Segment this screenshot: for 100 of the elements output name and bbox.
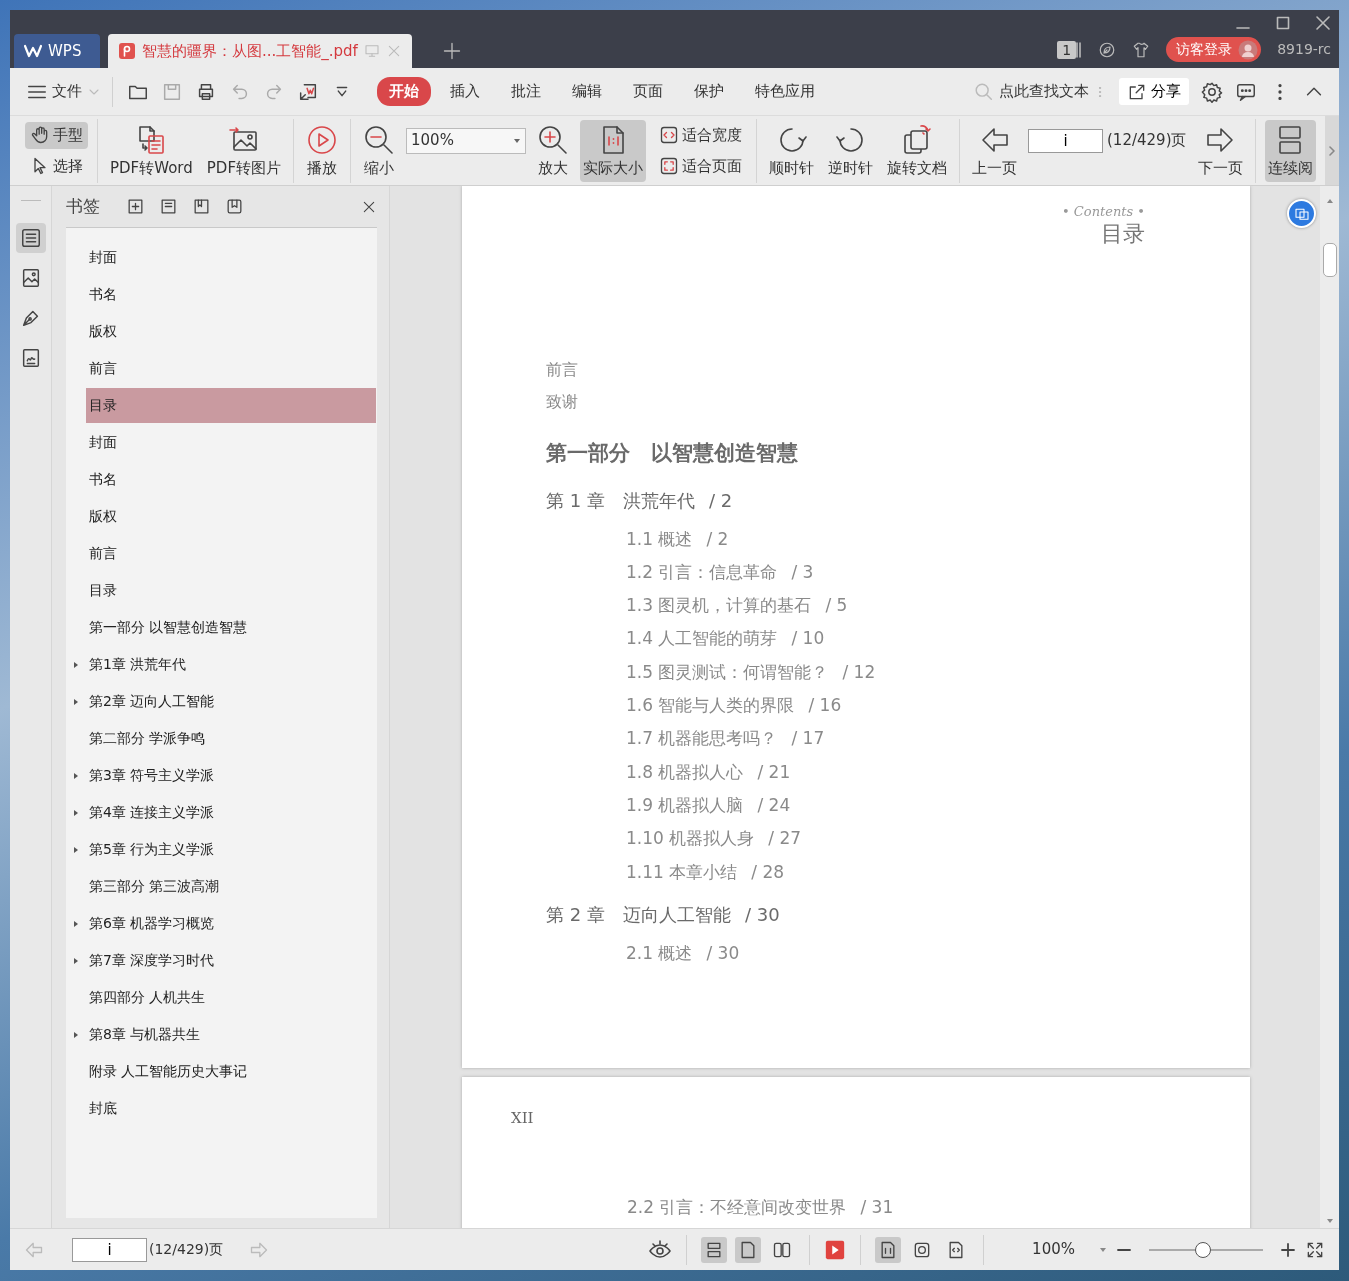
- zoom-dropdown[interactable]: 100%: [1032, 1238, 1107, 1261]
- zoom-dropdown[interactable]: 100%: [406, 127, 526, 154]
- toc-entry[interactable]: 第 2 章 迈向人工智能: [546, 901, 731, 929]
- toolbar-button[interactable]: 缩小: [360, 119, 398, 182]
- bookmark-icon[interactable]: [225, 197, 244, 216]
- toolbar-button[interactable]: 旋转文档: [884, 119, 950, 182]
- expand-arrow-icon[interactable]: [73, 1030, 79, 1039]
- bookmark-item[interactable]: 第1章 洪荒年代: [86, 647, 376, 682]
- page-input[interactable]: i: [1028, 128, 1103, 153]
- search-field[interactable]: 点此查找文本: [999, 80, 1089, 103]
- bookmark-item[interactable]: 封面: [86, 425, 376, 460]
- toolbar-button[interactable]: 播放: [303, 119, 341, 182]
- bookmark-item[interactable]: 版权: [86, 499, 376, 534]
- toc-entry[interactable]: 第 1 章 洪荒年代: [546, 487, 695, 515]
- toolbar-button[interactable]: 逆时针: [825, 119, 876, 182]
- bookmark-item[interactable]: 第三部分 第三波高潮: [86, 869, 376, 904]
- expand-arrow-icon[interactable]: [73, 697, 79, 706]
- fit-width-icon: [659, 125, 679, 146]
- bookmark-item[interactable]: 第3章 符号主义学派: [86, 758, 376, 793]
- document-tab[interactable]: 智慧的疆界：从图...工智能_.pdf: [108, 34, 412, 68]
- toc-entry[interactable]: 1.11 本章小结: [626, 859, 738, 886]
- bookmark-item[interactable]: 封底: [86, 1091, 376, 1126]
- floating-action-button[interactable]: [1287, 199, 1316, 228]
- slideshow-icon[interactable]: [824, 1238, 847, 1261]
- toc-entry[interactable]: 第一部分 以智慧创造智慧: [546, 437, 798, 470]
- toc-entry[interactable]: 1.7 机器能思考吗？: [626, 726, 778, 752]
- avatar-icon: [1238, 39, 1259, 60]
- bookmark-item[interactable]: 前言: [86, 536, 376, 571]
- toc-entry[interactable]: 1.1 概述: [626, 526, 693, 553]
- toc-entry[interactable]: 前言: [546, 357, 578, 382]
- bookmark-item[interactable]: 第二部分 学派争鸣: [86, 721, 376, 756]
- toolbar-button[interactable]: 顺时针: [766, 119, 817, 182]
- shirt-icon[interactable]: [1132, 40, 1151, 59]
- expand-arrow-icon[interactable]: [73, 808, 79, 817]
- tool-button[interactable]: 选择: [25, 152, 88, 179]
- bookmark-item[interactable]: 第2章 迈向人工智能: [86, 684, 376, 719]
- scroll-down-icon: [1325, 1218, 1334, 1224]
- bookmark-item[interactable]: 第一部分 以智慧创造智慧: [86, 610, 376, 645]
- expand-arrow-icon[interactable]: [73, 956, 79, 965]
- bookmark-item[interactable]: 目录: [86, 573, 376, 608]
- slider-thumb[interactable]: [1194, 1241, 1211, 1258]
- bookmark-item[interactable]: 第6章 机器学习概览: [86, 906, 376, 941]
- expand-arrow-icon[interactable]: [73, 660, 79, 669]
- tool-button[interactable]: 适合宽度: [654, 122, 747, 149]
- page-input[interactable]: i: [72, 1237, 147, 1262]
- bookmark-item[interactable]: 书名: [86, 462, 376, 497]
- ribbon-tab[interactable]: 保护: [682, 77, 736, 106]
- toc-entry[interactable]: 2.1 概述: [626, 940, 693, 967]
- zoom-in-icon[interactable]: [1279, 1240, 1297, 1259]
- toolbar-button[interactable]: PDF转图片: [203, 119, 284, 182]
- bookmark-item[interactable]: 第4章 连接主义学派: [86, 795, 376, 830]
- toc-entry[interactable]: 1.5 图灵测试：何谓智能？: [626, 659, 829, 686]
- toolbar-button[interactable]: 实际大小: [580, 119, 646, 182]
- ribbon-tab[interactable]: 批注: [499, 77, 553, 106]
- toolbar-button[interactable]: 上一页: [969, 119, 1020, 182]
- tool-button[interactable]: 适合页面: [654, 152, 747, 179]
- bookmark-item[interactable]: 版权: [86, 314, 376, 349]
- bookmark-item[interactable]: 第四部分 人机共生: [86, 980, 376, 1015]
- file-menu[interactable]: 文件: [52, 80, 82, 103]
- toc-entry[interactable]: 1.6 智能与人类的界限: [626, 693, 795, 719]
- toc-entry[interactable]: 1.8 机器拟人心: [626, 759, 744, 786]
- expand-all-icon[interactable]: [126, 197, 145, 216]
- bookmark-item[interactable]: 第7章 深度学习时代: [86, 943, 376, 978]
- window-count[interactable]: 1: [1057, 40, 1077, 59]
- tool-button[interactable]: 手型: [25, 122, 88, 149]
- toc-entry[interactable]: 1.9 机器拟人脑: [626, 792, 744, 819]
- toc-entry[interactable]: 1.4 人工智能的萌芽: [626, 626, 778, 652]
- login-button[interactable]: 访客登录: [1166, 37, 1262, 62]
- ribbon-tab[interactable]: 特色应用: [743, 77, 827, 106]
- settings-icon[interactable]: [1201, 80, 1223, 103]
- chevron-right-icon: [1328, 145, 1336, 156]
- ribbon-tab[interactable]: 页面: [621, 77, 675, 106]
- toc-entry[interactable]: 致谢: [546, 389, 578, 414]
- bookmark-item[interactable]: 附录 人工智能历史大事记: [86, 1054, 376, 1089]
- list-icon[interactable]: [19, 227, 42, 249]
- bookmark-item[interactable]: 目录: [86, 388, 376, 423]
- toolbar-button[interactable]: PDF转Word: [107, 119, 196, 182]
- home-tab[interactable]: WPS: [14, 34, 100, 68]
- ribbon-tab[interactable]: 插入: [438, 77, 492, 106]
- toolbar-button[interactable]: 连续阅: [1264, 119, 1316, 182]
- share-button[interactable]: 分享: [1119, 78, 1189, 105]
- toc-entry[interactable]: 1.10 机器拟人身: [626, 826, 755, 852]
- collapse-all-icon[interactable]: [159, 197, 178, 216]
- bookmark-item[interactable]: 封面: [86, 240, 376, 275]
- toolbar-button[interactable]: 下一页: [1194, 119, 1246, 182]
- expand-arrow-icon[interactable]: [73, 771, 79, 780]
- toolbar-button[interactable]: 放大: [534, 119, 572, 182]
- bookmark-item[interactable]: 前言: [86, 351, 376, 386]
- bookmark-item[interactable]: 第8章 与机器共生: [86, 1017, 376, 1052]
- expand-arrow-icon[interactable]: [73, 845, 79, 854]
- add-bookmark-icon[interactable]: [192, 197, 211, 216]
- bookmark-item[interactable]: 第5章 行为主义学派: [86, 832, 376, 867]
- new-tab-icon[interactable]: [441, 41, 462, 61]
- ribbon-tab[interactable]: 开始: [377, 77, 431, 106]
- scrollbar-thumb[interactable]: [1322, 243, 1337, 277]
- leaf-icon[interactable]: [1098, 40, 1117, 59]
- ribbon-tab[interactable]: 编辑: [560, 77, 614, 106]
- bookmark-item[interactable]: 书名: [86, 277, 376, 312]
- toc-page-number: / 3: [791, 560, 814, 584]
- expand-arrow-icon[interactable]: [73, 919, 79, 928]
